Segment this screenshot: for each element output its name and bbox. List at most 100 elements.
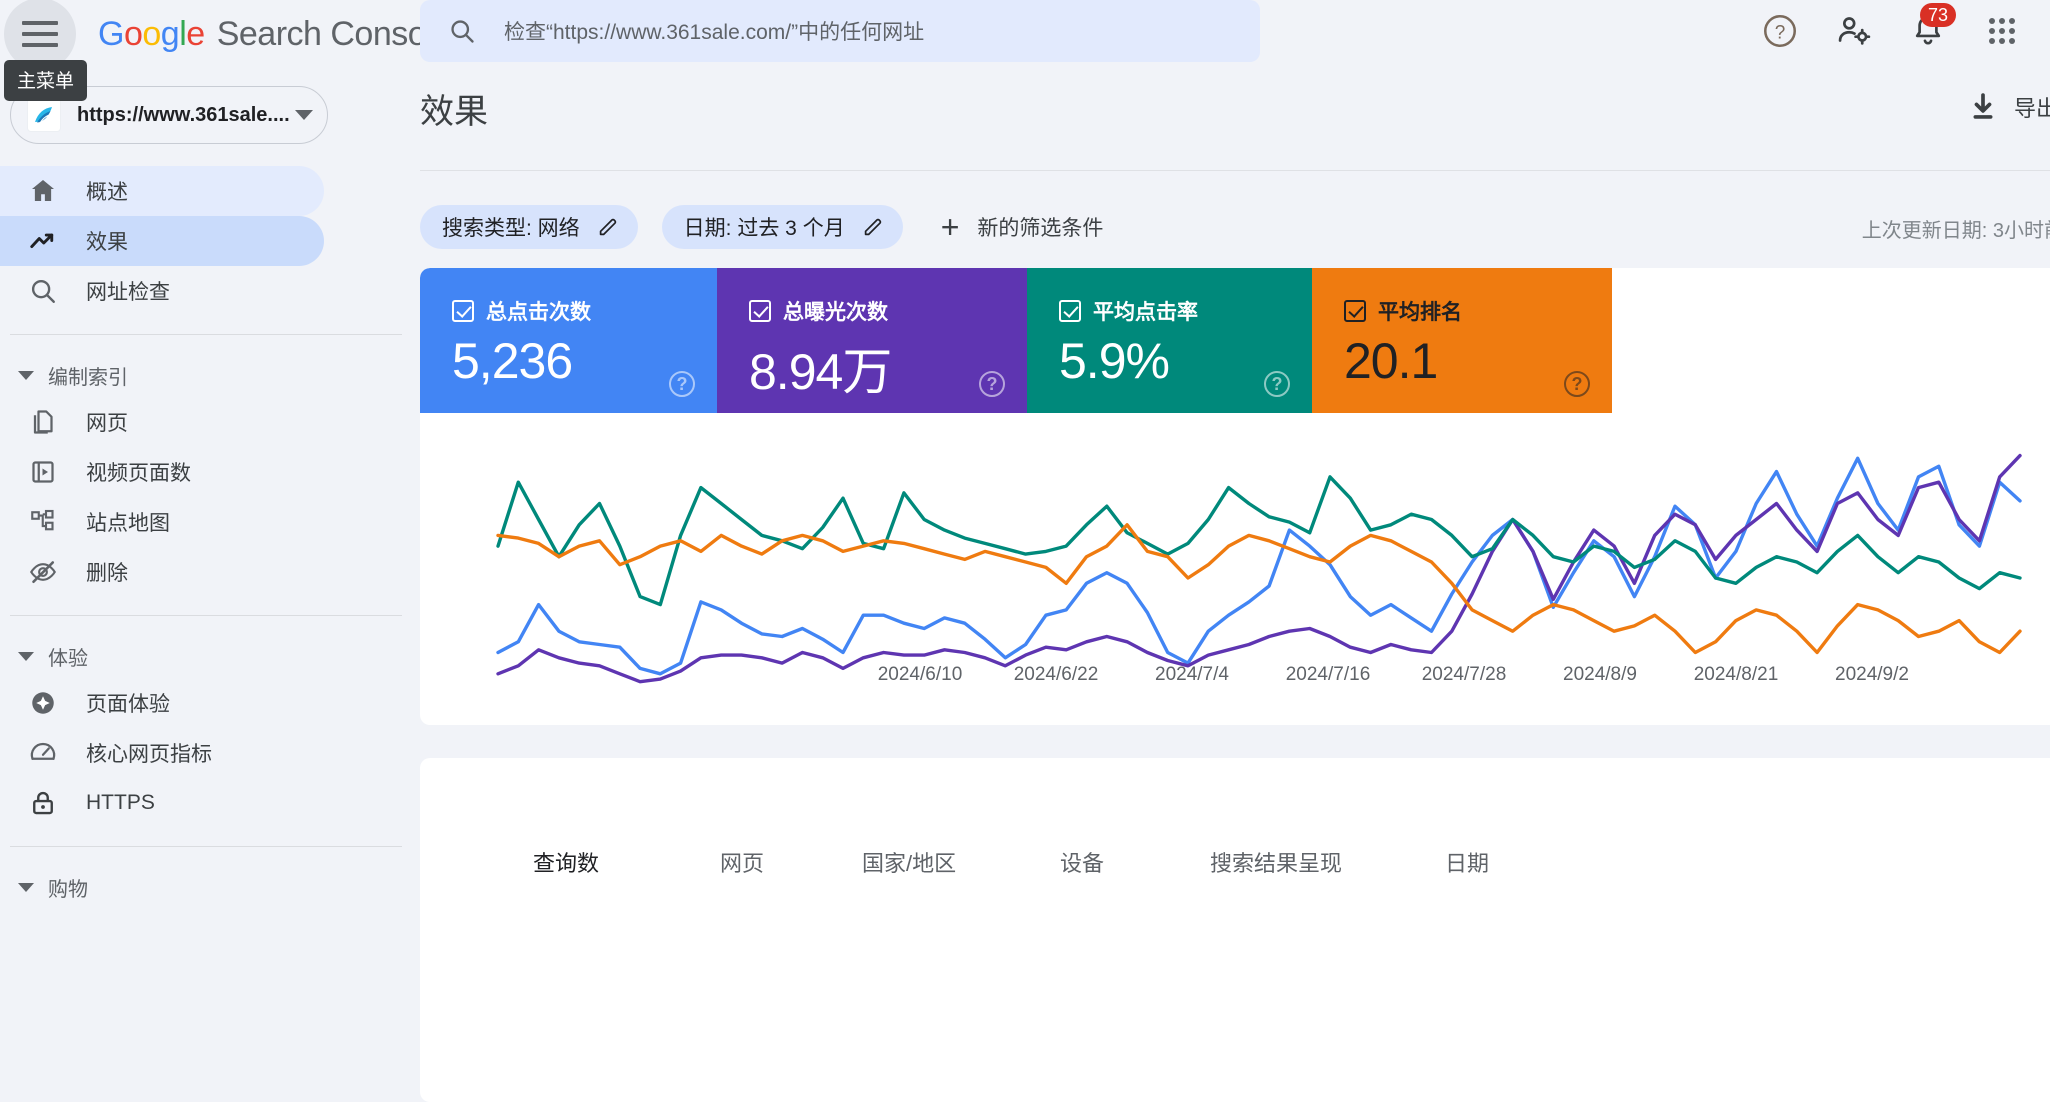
- help-icon[interactable]: ?: [1564, 371, 1590, 397]
- filter-chip-date[interactable]: 日期: 过去 3 个月: [661, 205, 903, 249]
- sidebar-label-https: HTTPS: [86, 791, 155, 814]
- search-icon: [26, 274, 60, 308]
- nav-divider-2: [10, 615, 402, 616]
- metric-checkbox-2[interactable]: [1059, 300, 1081, 322]
- search-placeholder: 检查“https://www.361sale.com/”中的任何网址: [504, 21, 925, 44]
- metric-tile-1[interactable]: 总曝光次数 8.94万?: [717, 268, 1027, 413]
- tab-2[interactable]: 国家/地区: [862, 846, 956, 878]
- sidebar-label-removals: 删除: [86, 562, 128, 585]
- export-button[interactable]: 导出: [1966, 90, 2050, 124]
- chart-line-3: [496, 523, 2022, 655]
- nav-group-label-shopping: 购物: [48, 878, 88, 901]
- help-button[interactable]: ?: [1758, 9, 1802, 53]
- plus-icon: +: [940, 209, 960, 245]
- download-icon: [1973, 93, 1993, 119]
- nav-divider-1: [10, 334, 402, 335]
- sidebar-label-video-pages: 视频页面数: [86, 462, 191, 485]
- metric-head-1: 总曝光次数: [749, 296, 1027, 326]
- nav-group-label-indexing: 编制索引: [48, 366, 128, 389]
- filter-chip-search-type-label: 搜索类型: 网络: [442, 217, 580, 240]
- page-experience-icon: [26, 686, 60, 720]
- sidebar-item-pages[interactable]: 网页: [0, 397, 324, 447]
- filter-chip-date-label: 日期: 过去 3 个月: [683, 217, 845, 240]
- nav-group-shopping[interactable]: 购物: [0, 865, 420, 909]
- lock-icon: [26, 786, 60, 820]
- main-content: 效果 导出 搜索类型: 网络 日期: 过去 3 个月 + 新的筛选条件 上次更新…: [420, 68, 2050, 1102]
- trending-up-icon: [26, 224, 60, 258]
- sidebar-label-overview: 概述: [86, 181, 128, 204]
- sidebar-item-page-experience[interactable]: 页面体验: [0, 678, 324, 728]
- help-icon[interactable]: ?: [979, 371, 1005, 397]
- x-axis-tick-1: 2024/6/22: [1013, 664, 1099, 685]
- metric-name-3: 平均排名: [1378, 301, 1462, 324]
- metric-name-0: 总点击次数: [486, 301, 591, 324]
- metric-tile-2[interactable]: 平均点击率 5.9%?: [1027, 268, 1312, 413]
- search-icon: [451, 20, 474, 43]
- nav-group-experience[interactable]: 体验: [0, 634, 420, 678]
- x-axis-tick-4: 2024/7/28: [1421, 664, 1507, 685]
- add-filter-button[interactable]: + 新的筛选条件: [941, 211, 1104, 243]
- add-filter-label: 新的筛选条件: [977, 217, 1104, 240]
- chevron-down-icon: [295, 110, 313, 120]
- pencil-icon: [861, 215, 885, 239]
- x-axis-tick-6: 2024/8/21: [1693, 664, 1779, 685]
- url-inspection-search[interactable]: 检查“https://www.361sale.com/”中的任何网址: [420, 0, 1260, 62]
- hamburger-icon: [22, 21, 58, 47]
- sidebar-item-url-inspection[interactable]: 网址检查: [0, 266, 324, 316]
- metric-tile-3[interactable]: 平均排名 20.1?: [1312, 268, 1612, 413]
- help-circle-icon: ?: [1764, 15, 1796, 47]
- metric-tile-0[interactable]: 总点击次数 5,236?: [420, 268, 717, 413]
- sidebar-item-overview[interactable]: 概述: [0, 166, 324, 216]
- metric-name-2: 平均点击率: [1093, 301, 1198, 324]
- notifications-button[interactable]: 73: [1906, 3, 1957, 53]
- product-name: Search Console: [216, 14, 452, 53]
- chart-x-axis: 2024/6/10 2024/6/22 2024/7/4 2024/7/16 2024/…: [420, 664, 2050, 704]
- header-divider: [420, 170, 2050, 171]
- tab-4[interactable]: 搜索结果呈现: [1210, 846, 1342, 878]
- tab-1[interactable]: 网页: [720, 846, 764, 878]
- performance-chart-card: 总点击次数 5,236? 总曝光次数 8.94万? 平均点击率 5.9%? 平均排名 20.1…: [420, 268, 2050, 725]
- nav-group-indexing[interactable]: 编制索引: [0, 353, 420, 397]
- sidebar-item-performance[interactable]: 效果: [0, 216, 324, 266]
- sidebar-item-video-pages[interactable]: 视频页面数: [0, 447, 324, 497]
- sidebar-item-removals[interactable]: 删除: [0, 547, 324, 597]
- chevron-down-icon: [18, 370, 34, 380]
- google-apps-button[interactable]: [1980, 9, 2024, 53]
- pencil-icon: [596, 215, 620, 239]
- page-title: 效果: [420, 93, 488, 131]
- home-icon: [26, 174, 60, 208]
- help-icon[interactable]: ?: [669, 371, 695, 397]
- export-label: 导出: [2013, 96, 2050, 121]
- top-bar-actions: ? 73: [1758, 0, 2038, 62]
- chart-line-2: [496, 475, 2022, 607]
- metric-checkbox-1[interactable]: [749, 300, 771, 322]
- left-sidebar: https://www.361sale.... 概述 效果 网址检查 编制索引 …: [0, 68, 420, 1102]
- main-menu-tooltip: 主菜单: [4, 60, 88, 101]
- metric-checkbox-0[interactable]: [452, 300, 474, 322]
- sidebar-item-sitemaps[interactable]: 站点地图: [0, 497, 324, 547]
- metric-head-0: 总点击次数: [452, 296, 717, 326]
- metric-tiles: 总点击次数 5,236? 总曝光次数 8.94万? 平均点击率 5.9%? 平均排名 20.1…: [420, 268, 1740, 413]
- property-url: https://www.361sale....: [77, 103, 290, 126]
- dimension-table-card: 查询数 网页 国家/地区 设备 搜索结果呈现 日期: [420, 758, 2050, 1102]
- sidebar-label-page-experience: 页面体验: [86, 693, 170, 716]
- apps-grid-icon: [1989, 18, 2015, 44]
- last-updated-text: 上次更新日期: 3小时前: [1861, 220, 2050, 242]
- tab-0[interactable]: 查询数: [533, 846, 599, 878]
- tab-3[interactable]: 设备: [1060, 846, 1104, 878]
- svg-text:?: ?: [1775, 22, 1786, 43]
- x-axis-tick-0: 2024/6/10: [877, 664, 963, 685]
- sidebar-item-core-web-vitals[interactable]: 核心网页指标: [0, 728, 324, 778]
- user-settings-icon: [1838, 17, 1871, 45]
- sidebar-label-pages: 网页: [86, 412, 128, 435]
- tab-5[interactable]: 日期: [1445, 846, 1489, 878]
- metric-head-3: 平均排名: [1344, 296, 1612, 326]
- nav-group-label-experience: 体验: [48, 647, 88, 670]
- metric-checkbox-3[interactable]: [1344, 300, 1366, 322]
- speedometer-icon: [26, 736, 60, 770]
- account-settings-button[interactable]: [1832, 9, 1876, 53]
- filter-chip-search-type[interactable]: 搜索类型: 网络: [420, 205, 638, 249]
- help-icon[interactable]: ?: [1264, 371, 1290, 397]
- sidebar-label-core-web-vitals: 核心网页指标: [86, 743, 212, 766]
- sidebar-item-https[interactable]: HTTPS: [0, 778, 324, 828]
